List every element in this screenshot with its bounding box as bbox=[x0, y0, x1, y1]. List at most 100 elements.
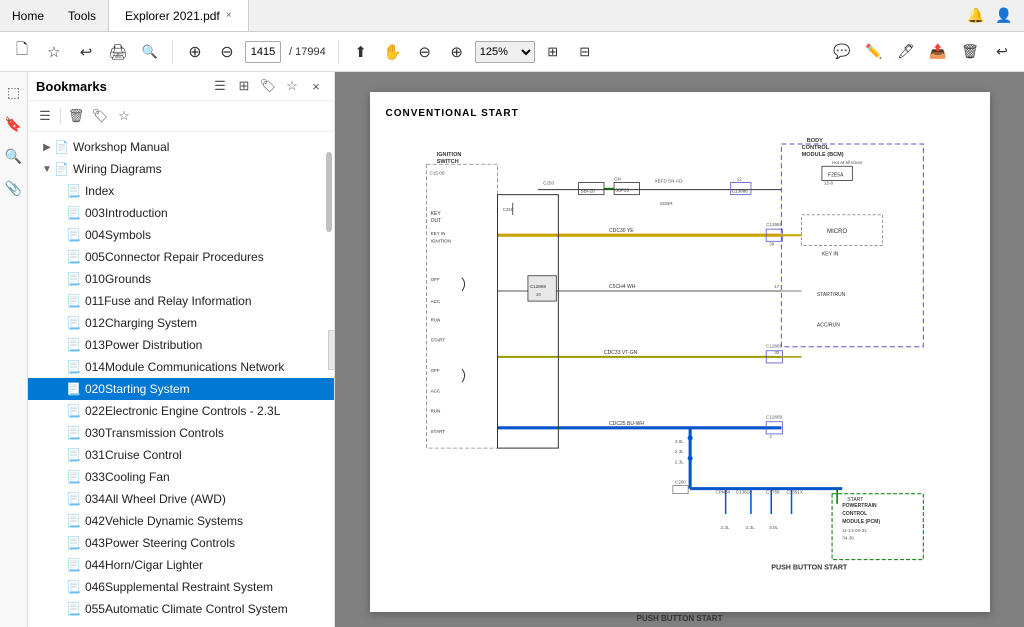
bm-tool-star[interactable]: ☆ bbox=[113, 105, 135, 127]
bookmarks-tag-icon[interactable]: 🏷 bbox=[258, 78, 278, 94]
bookmark-item-013power[interactable]: 📃013Power Distribution bbox=[28, 334, 334, 356]
svg-text:PUSH BUTTON START: PUSH BUTTON START bbox=[771, 564, 848, 572]
tab-close-button[interactable]: × bbox=[226, 10, 232, 21]
tab-tools[interactable]: Tools bbox=[56, 0, 108, 31]
share-button[interactable]: 📤 bbox=[924, 38, 952, 66]
svg-text:CONTROL: CONTROL bbox=[842, 511, 867, 517]
bookmark-item-020starting[interactable]: 📃020Starting System bbox=[28, 378, 334, 400]
tree-label-004symbols: 004Symbols bbox=[85, 228, 151, 242]
bookmark-item-003intro[interactable]: 📃003Introduction bbox=[28, 202, 334, 224]
bookmark-item-043power[interactable]: 📃043Power Steering Controls bbox=[28, 532, 334, 554]
notification-button[interactable]: 🔔 bbox=[964, 4, 988, 28]
svg-text:START: START bbox=[847, 497, 863, 503]
bookmark-item-031cruise[interactable]: 📃031Cruise Control bbox=[28, 444, 334, 466]
side-icon-attachments[interactable]: 📎 bbox=[2, 176, 26, 200]
bookmarks-close-icon[interactable]: × bbox=[306, 79, 326, 94]
bm-sep bbox=[60, 108, 61, 124]
bookmarks-expand-all-icon[interactable]: ⊞ bbox=[234, 78, 254, 94]
svg-text:START/RUN: START/RUN bbox=[816, 292, 845, 298]
bookmark-item-044horn[interactable]: 📃044Horn/Cigar Lighter bbox=[28, 554, 334, 576]
svg-text:CDC30 YE: CDC30 YE bbox=[609, 228, 634, 234]
svg-text:OFF: OFF bbox=[430, 277, 439, 282]
expand-icon-wiring[interactable]: ▼ bbox=[40, 164, 54, 175]
svg-text:2.3L: 2.3L bbox=[745, 525, 754, 530]
highlight-button[interactable]: 🖊 bbox=[892, 38, 920, 66]
zoom-out-button[interactable]: 🔍 bbox=[136, 38, 164, 66]
pan-tool-button[interactable]: ✋ bbox=[379, 38, 407, 66]
zoom-out-page-button[interactable]: ⊖ bbox=[411, 38, 439, 66]
bookmark-item-030transmission[interactable]: 📃030Transmission Controls bbox=[28, 422, 334, 444]
tree-icon-004symbols: 📃 bbox=[66, 228, 81, 242]
back-button[interactable]: ↩ bbox=[72, 38, 100, 66]
bookmark-item-004symbols[interactable]: 📃 004Symbols bbox=[28, 224, 334, 246]
bookmark-item-index[interactable]: 📃Index bbox=[28, 180, 334, 202]
tree-label-005connector: 005Connector Repair Procedures bbox=[85, 250, 264, 264]
pdf-content-area[interactable]: CONVENTIONAL START IGNITION SWITCH C15-0… bbox=[335, 72, 1024, 627]
bookmark-item-022electronic[interactable]: 📃022Electronic Engine Controls - 2.3L bbox=[28, 400, 334, 422]
bookmark-item-014module[interactable]: 📃014Module Communications Network bbox=[28, 356, 334, 378]
bookmarks-menu-icon[interactable]: ☰ bbox=[210, 78, 230, 94]
pen-button[interactable]: ✏️ bbox=[860, 38, 888, 66]
bookmark-item-005connector[interactable]: 📃 005Connector Repair Procedures bbox=[28, 246, 334, 268]
fit-page-button[interactable]: ⊞ bbox=[539, 38, 567, 66]
tree-label-046supplemental: 046Supplemental Restraint System bbox=[85, 580, 273, 594]
bookmark-item-012charging[interactable]: 📃012Charging System bbox=[28, 312, 334, 334]
svg-text:POWERTRAIN: POWERTRAIN bbox=[842, 503, 877, 509]
bookmark-item-055climate[interactable]: 📃055Automatic Climate Control System bbox=[28, 598, 334, 620]
bookmark-item-034awd[interactable]: 📃034All Wheel Drive (AWD) bbox=[28, 488, 334, 510]
expand-icon-workshop[interactable]: ▶ bbox=[40, 142, 54, 153]
bookmark-item-046supplemental[interactable]: 📃 046Supplemental Restraint System bbox=[28, 576, 334, 598]
bookmarks-panel: Bookmarks ☰ ⊞ 🏷 ☆ × ☰ 🗑 🏷 ☆ ▶📄Workshop M… bbox=[28, 72, 334, 627]
tree-icon-030transmission: 📃 bbox=[66, 426, 81, 440]
bookmark-item-042vehicle[interactable]: 📃042Vehicle Dynamic Systems bbox=[28, 510, 334, 532]
diagram-title: CONVENTIONAL START bbox=[386, 108, 974, 119]
next-page-button[interactable]: ⊖ bbox=[213, 38, 241, 66]
print-button[interactable]: 🖨 bbox=[104, 38, 132, 66]
scroll-thumb[interactable] bbox=[326, 152, 332, 232]
comment-button[interactable]: 💬 bbox=[828, 38, 856, 66]
svg-text:C1351X: C1351X bbox=[786, 490, 802, 495]
new-file-button[interactable]: 🗋 bbox=[8, 38, 36, 66]
bookmarks-star-icon[interactable]: ☆ bbox=[282, 78, 302, 94]
tree-label-workshop: Workshop Manual bbox=[73, 140, 170, 154]
tree-icon-046supplemental: 📃 bbox=[66, 580, 81, 594]
svg-text:MICRO: MICRO bbox=[827, 228, 848, 235]
bookmark-item-workshop[interactable]: ▶📄Workshop Manual bbox=[28, 136, 334, 158]
panel-collapse-button[interactable]: ‹ bbox=[328, 330, 334, 370]
zoom-select[interactable]: 125% 100% 75% 150% bbox=[475, 41, 535, 63]
tree-label-044horn: 044Horn/Cigar Lighter bbox=[85, 558, 203, 572]
tree-icon-033cooling: 📃 bbox=[66, 470, 81, 484]
tab-home[interactable]: Home bbox=[0, 0, 56, 31]
bm-tool-delete[interactable]: 🗑 bbox=[65, 105, 87, 127]
bookmark-item-011fuse[interactable]: 📃011Fuse and Relay Information bbox=[28, 290, 334, 312]
tree-icon-005connector: 📃 bbox=[66, 250, 81, 264]
svg-text:C200: C200 bbox=[674, 480, 685, 485]
bookmark-button[interactable]: ☆ bbox=[40, 38, 68, 66]
title-bar-right: 🔔 👤 bbox=[964, 4, 1024, 28]
delete-button[interactable]: 🗑 bbox=[956, 38, 984, 66]
tree-label-055climate: 055Automatic Climate Control System bbox=[85, 602, 288, 616]
side-icon-layers[interactable]: ⬚ bbox=[2, 80, 26, 104]
side-icon-search[interactable]: 🔍 bbox=[2, 144, 26, 168]
undo-button[interactable]: ↩ bbox=[988, 38, 1016, 66]
fit-width-button[interactable]: ⊟ bbox=[571, 38, 599, 66]
side-icon-bookmarks[interactable]: 🔖 bbox=[2, 112, 26, 136]
tree-label-031cruise: 031Cruise Control bbox=[85, 448, 182, 462]
bm-tool-list[interactable]: ☰ bbox=[34, 105, 56, 127]
cursor-tool-button[interactable]: ⬆ bbox=[347, 38, 375, 66]
svg-text:OUT: OUT bbox=[430, 218, 441, 224]
tab-file-label: Explorer 2021.pdf bbox=[125, 9, 220, 23]
svg-text:XBFD SN-AD-: XBFD SN-AD- bbox=[654, 178, 684, 183]
bookmark-item-033cooling[interactable]: 📃033Cooling Fan bbox=[28, 466, 334, 488]
zoom-in-page-button[interactable]: ⊕ bbox=[443, 38, 471, 66]
bookmarks-title: Bookmarks bbox=[36, 79, 107, 94]
page-number-input[interactable] bbox=[245, 41, 281, 63]
bookmark-item-010grounds[interactable]: 📃010Grounds bbox=[28, 268, 334, 290]
svg-text:2.3L: 2.3L bbox=[674, 449, 683, 454]
account-button[interactable]: 👤 bbox=[992, 4, 1016, 28]
bookmark-item-wiring[interactable]: ▼📄Wiring Diagrams bbox=[28, 158, 334, 180]
prev-page-button[interactable]: ⊕ bbox=[181, 38, 209, 66]
bm-tool-tag[interactable]: 🏷 bbox=[89, 105, 111, 127]
tab-file[interactable]: Explorer 2021.pdf × bbox=[108, 0, 249, 31]
wiring-diagram: IGNITION SWITCH C15-08 KEY OUT KEY IN IG… bbox=[386, 127, 974, 607]
